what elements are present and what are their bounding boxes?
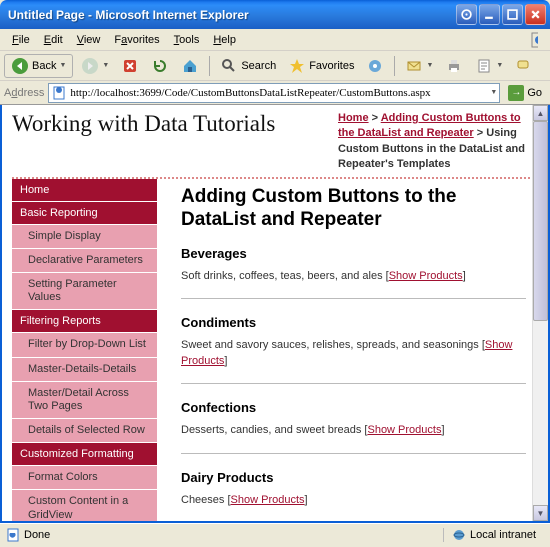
search-button[interactable]: Search (216, 55, 280, 77)
toolbar: Back ▼ ▼ Search Favorites ▼ ▼ (0, 51, 550, 81)
close-button[interactable] (525, 4, 546, 25)
address-label: Address (4, 87, 44, 99)
zone-icon (452, 528, 466, 542)
chevron-down-icon: ▼ (102, 62, 109, 69)
edit-icon (475, 57, 493, 75)
search-icon (220, 57, 238, 75)
category-desc: Desserts, candies, and sweet breads [Sho… (181, 423, 526, 438)
sidebar-item[interactable]: Master-Details-Details (12, 358, 157, 382)
main-content: Adding Custom Buttons to the DataList an… (157, 179, 538, 523)
star-icon (288, 57, 306, 75)
forward-button[interactable]: ▼ (77, 55, 113, 77)
menu-file[interactable]: File (6, 32, 36, 48)
sidebar-item[interactable]: Basic Reporting (12, 202, 157, 225)
window-titlebar: Untitled Page - Microsoft Internet Explo… (0, 0, 550, 29)
sidebar-item[interactable]: Format Colors (12, 466, 157, 490)
category: Beverages Soft drinks, coffees, teas, bee… (181, 246, 526, 299)
go-icon: → (508, 85, 524, 101)
stop-icon (121, 57, 139, 75)
ie-logo-icon (524, 30, 544, 50)
edit-button[interactable]: ▼ (471, 55, 507, 77)
menubar: File Edit View Favorites Tools Help (0, 29, 550, 51)
menu-tools[interactable]: Tools (168, 32, 206, 48)
chevron-down-icon: ▼ (496, 62, 503, 69)
sidebar-item[interactable]: Setting Parameter Values (12, 273, 157, 310)
page-viewport: Working with Data Tutorials Home > Addin… (0, 105, 550, 523)
media-button[interactable] (362, 55, 388, 77)
status-text: Done (24, 529, 50, 541)
show-products-link[interactable]: Show Products (389, 270, 463, 282)
category-name: Condiments (181, 315, 526, 330)
sidebar-item[interactable]: Filter by Drop-Down List (12, 333, 157, 357)
category-desc: Cheeses [Show Products] (181, 493, 526, 508)
sidebar-item[interactable]: Master/Detail Across Two Pages (12, 382, 157, 419)
sidebar-item[interactable]: Home (12, 179, 157, 202)
menu-view[interactable]: View (71, 32, 107, 48)
category-name: Beverages (181, 246, 526, 261)
back-icon (11, 57, 29, 75)
address-field[interactable]: ▼ (48, 83, 500, 103)
category-desc: Soft drinks, coffees, teas, beers, and a… (181, 269, 526, 284)
forward-icon (81, 57, 99, 75)
sidebar-item[interactable]: Declarative Parameters (12, 249, 157, 273)
print-icon (445, 57, 463, 75)
media-icon (366, 57, 384, 75)
zone-text: Local intranet (470, 529, 536, 541)
page-icon (51, 85, 67, 101)
scroll-thumb[interactable] (533, 121, 548, 321)
divider (181, 453, 526, 454)
go-button[interactable]: → Go (504, 83, 546, 103)
window-title: Untitled Page - Microsoft Internet Explo… (4, 8, 456, 22)
chevron-down-icon[interactable]: ▼ (490, 89, 497, 96)
discuss-button[interactable] (511, 55, 537, 77)
help-button[interactable] (456, 4, 477, 25)
chevron-down-icon: ▼ (426, 62, 433, 69)
maximize-button[interactable] (502, 4, 523, 25)
category-desc: Sweet and savory sauces, relishes, sprea… (181, 338, 526, 369)
address-bar: Address ▼ → Go (0, 81, 550, 105)
menu-help[interactable]: Help (207, 32, 242, 48)
sidebar-item[interactable]: Details of Selected Row (12, 419, 157, 443)
minimize-button[interactable] (479, 4, 500, 25)
refresh-icon (151, 57, 169, 75)
menu-favorites[interactable]: Favorites (108, 32, 165, 48)
print-button[interactable] (441, 55, 467, 77)
address-input[interactable] (70, 87, 490, 99)
category: Condiments Sweet and savory sauces, relis… (181, 315, 526, 384)
favorites-button[interactable]: Favorites (284, 55, 358, 77)
home-icon (181, 57, 199, 75)
back-button[interactable]: Back ▼ (4, 54, 73, 78)
divider (181, 298, 526, 299)
category-name: Confections (181, 400, 526, 415)
sidebar-item[interactable]: Filtering Reports (12, 310, 157, 333)
scroll-up-button[interactable]: ▲ (533, 105, 548, 121)
done-icon (6, 528, 20, 542)
discuss-icon (515, 57, 533, 75)
mail-icon (405, 57, 423, 75)
show-products-link[interactable]: Show Products (367, 424, 441, 436)
stop-button[interactable] (117, 55, 143, 77)
divider (181, 383, 526, 384)
sidebar-item[interactable]: Simple Display (12, 225, 157, 249)
sidebar-item[interactable]: Custom Content in a GridView (12, 490, 157, 523)
home-button[interactable] (177, 55, 203, 77)
category: Confections Desserts, candies, and sweet … (181, 400, 526, 453)
chevron-down-icon: ▼ (59, 62, 66, 69)
vertical-scrollbar[interactable]: ▲ ▼ (532, 105, 548, 521)
breadcrumb: Home > Adding Custom Buttons to the Data… (338, 111, 538, 173)
scroll-down-button[interactable]: ▼ (533, 505, 548, 521)
main-heading: Adding Custom Buttons to the DataList an… (181, 185, 526, 233)
show-products-link[interactable]: Show Products (181, 339, 512, 366)
statusbar: Done Local intranet (0, 523, 550, 545)
category: Dairy Products Cheeses [Show Products] (181, 470, 526, 508)
menu-edit[interactable]: Edit (38, 32, 69, 48)
sidebar: HomeBasic ReportingSimple DisplayDeclara… (12, 179, 157, 523)
refresh-button[interactable] (147, 55, 173, 77)
breadcrumb-home[interactable]: Home (338, 112, 369, 124)
category-name: Dairy Products (181, 470, 526, 485)
show-products-link[interactable]: Show Products (231, 494, 305, 506)
mail-button[interactable]: ▼ (401, 55, 437, 77)
page-title: Working with Data Tutorials (12, 111, 275, 137)
sidebar-item[interactable]: Customized Formatting (12, 443, 157, 466)
